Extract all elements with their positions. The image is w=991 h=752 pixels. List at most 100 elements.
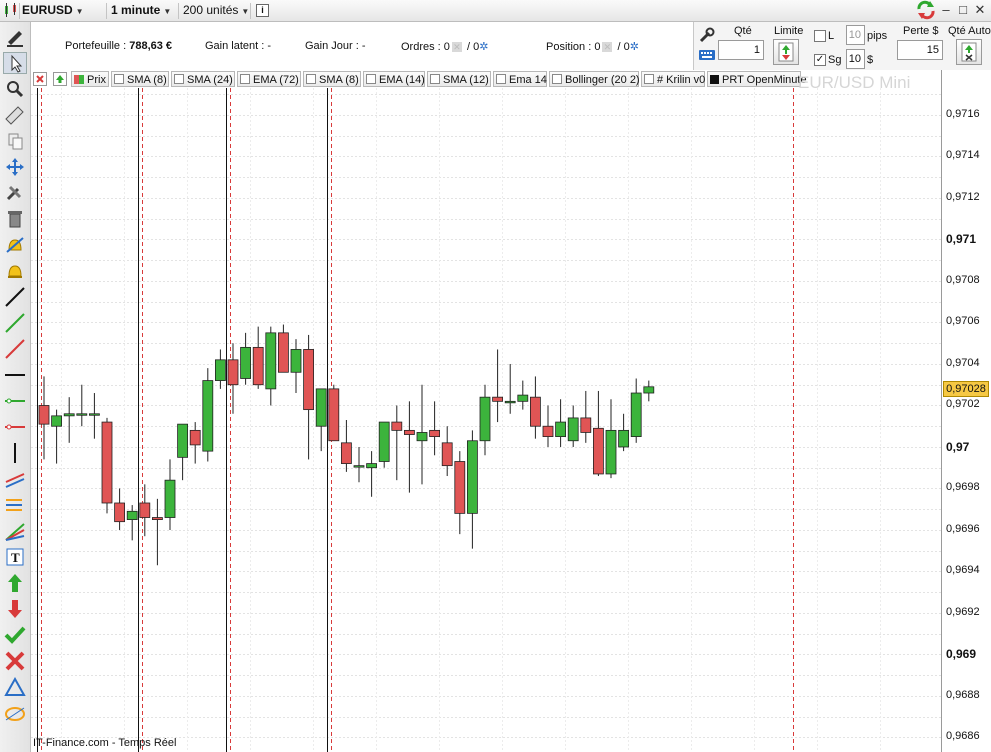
line-red-icon[interactable]: [3, 338, 27, 360]
cancel-orders-icon[interactable]: ✕: [451, 42, 462, 53]
indicator-tab[interactable]: # Krilin v0: [641, 71, 705, 87]
line-black-icon[interactable]: [3, 286, 27, 308]
close-indicators-icon[interactable]: [33, 72, 47, 86]
indicator-label: SMA (8): [319, 74, 359, 86]
move-icon[interactable]: [3, 156, 27, 178]
gear-icon[interactable]: ✲: [630, 41, 639, 53]
horizontal-red-icon[interactable]: [3, 416, 27, 438]
horizontal-green-icon[interactable]: [3, 390, 27, 412]
trash-icon[interactable]: [3, 208, 27, 230]
indicator-bar: Prix SMA (8) SMA (24) EMA (72) SMA (8) E…: [31, 70, 807, 88]
auto-qty-button[interactable]: [956, 39, 982, 65]
horizontal-line-icon[interactable]: [3, 364, 27, 386]
qty-input[interactable]: 1: [718, 40, 764, 60]
l-label: L: [828, 30, 835, 42]
channel-icon[interactable]: [3, 468, 27, 490]
check-icon[interactable]: [3, 624, 27, 646]
minimize-icon[interactable]: –: [938, 2, 954, 18]
indicator-tab[interactable]: SMA (8): [111, 71, 169, 87]
vertical-line-icon[interactable]: [3, 442, 27, 464]
indicator-tab[interactable]: SMA (24): [171, 71, 235, 87]
ellipse-icon[interactable]: [3, 702, 27, 724]
candle-body: [101, 421, 113, 504]
indicator-checkbox[interactable]: [366, 74, 376, 84]
l-checkbox[interactable]: [814, 30, 826, 42]
indicator-checkbox[interactable]: [114, 74, 124, 84]
info-button[interactable]: i: [256, 4, 269, 17]
candle-body: [630, 392, 642, 437]
candle-body: [416, 432, 428, 442]
candle-body: [265, 332, 277, 390]
indicator-checkbox[interactable]: [552, 74, 562, 84]
indicator-tab[interactable]: EMA (72): [237, 71, 301, 87]
close-position-icon[interactable]: ✕: [602, 42, 613, 53]
candle-body: [63, 413, 75, 417]
indicator-tab[interactable]: PRT OpenMinute: [707, 71, 807, 87]
indicator-tab[interactable]: EMA (14): [363, 71, 425, 87]
units-select[interactable]: 200 unités ▼: [183, 2, 249, 19]
indicator-label: # Krilin v0: [657, 74, 706, 86]
candle-body: [492, 396, 504, 402]
indicator-checkbox[interactable]: [174, 74, 184, 84]
pencil-icon[interactable]: [3, 26, 27, 48]
indicator-tab[interactable]: SMA (12): [427, 71, 491, 87]
sg-input[interactable]: 10: [846, 49, 865, 69]
arrow-up-icon[interactable]: [3, 572, 27, 594]
candle-body: [38, 405, 50, 425]
l-pips-input[interactable]: 10: [846, 25, 865, 45]
cross-icon[interactable]: [3, 650, 27, 672]
keyboard-icon[interactable]: [698, 47, 716, 63]
alert-cross-icon[interactable]: [3, 234, 27, 256]
gear-icon[interactable]: ✲: [479, 41, 488, 53]
refresh-icon[interactable]: [915, 0, 937, 20]
triangle-icon[interactable]: [3, 676, 27, 698]
wrench-icon[interactable]: [698, 26, 716, 44]
limit-order-button[interactable]: [773, 39, 799, 65]
candle-body: [89, 413, 100, 416]
sg-checkbox[interactable]: ✓: [814, 54, 826, 66]
top-toolbar: EURUSD ▼ 1 minute ▼ 200 unités ▼ i – □ ✕: [0, 0, 991, 22]
pointer-icon[interactable]: [3, 52, 27, 74]
tools-icon[interactable]: [3, 182, 27, 204]
price-tick-label: 0,9716: [946, 107, 980, 120]
candle-body: [454, 461, 466, 514]
candle-body: [126, 510, 138, 520]
expand-up-icon[interactable]: [53, 72, 67, 86]
indicator-checkbox[interactable]: [430, 74, 440, 84]
candle-body: [315, 388, 327, 427]
close-icon[interactable]: ✕: [972, 2, 988, 18]
indicator-tab[interactable]: Prix: [71, 71, 109, 87]
candle-body: [429, 429, 441, 437]
fibonacci-icon[interactable]: [3, 494, 27, 516]
indicator-tab[interactable]: SMA (8): [303, 71, 361, 87]
alert-bell-icon[interactable]: [3, 260, 27, 282]
loss-input[interactable]: 15: [897, 40, 943, 60]
maximize-icon[interactable]: □: [955, 2, 971, 18]
price-axis[interactable]: 0,9716 0,9714 0,9712 0,971 0,9708 0,9706 0,970…: [941, 70, 991, 752]
candle-body: [252, 346, 264, 386]
loss-label: Perte $: [903, 25, 939, 37]
indicator-tab[interactable]: Bollinger (20 2): [549, 71, 640, 87]
price-chart[interactable]: [31, 88, 941, 752]
fan-icon[interactable]: [3, 520, 27, 542]
indicator-tab[interactable]: Ema 14: [493, 71, 547, 87]
indicator-checkbox[interactable]: [496, 74, 506, 84]
ruler-icon[interactable]: [3, 104, 27, 126]
indicator-checkbox[interactable]: [644, 74, 654, 84]
zoom-icon[interactable]: [3, 78, 27, 100]
candle-body: [643, 386, 655, 394]
line-green-icon[interactable]: [3, 312, 27, 334]
orders-separator: /: [466, 41, 471, 53]
chevron-down-icon: ▼: [163, 7, 172, 16]
limit-label: Limite: [774, 25, 804, 37]
symbol-select[interactable]: EURUSD ▼: [22, 2, 84, 19]
timeframe-select[interactable]: 1 minute ▼: [111, 2, 171, 19]
candle-body: [51, 415, 63, 427]
indicator-label: PRT OpenMinute: [722, 74, 807, 86]
indicator-checkbox[interactable]: [306, 74, 316, 84]
copy-icon[interactable]: [3, 130, 27, 152]
arrow-down-icon[interactable]: [3, 598, 27, 620]
indicator-checkbox[interactable]: [240, 74, 250, 84]
indicator-label: Ema 14: [509, 74, 547, 86]
text-icon[interactable]: T: [3, 546, 27, 568]
